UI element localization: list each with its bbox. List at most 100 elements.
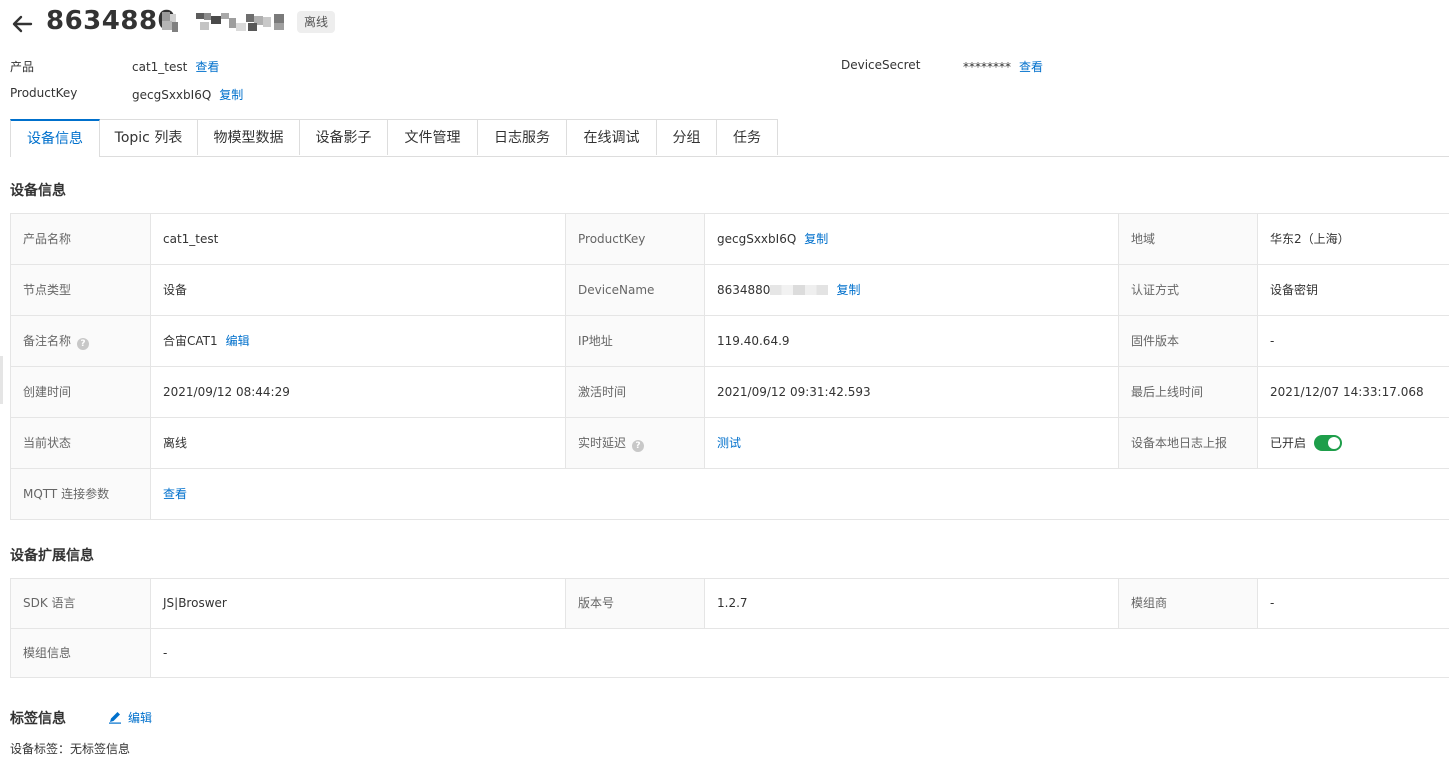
left-edge-handle (0, 356, 3, 404)
table-value: 华东2（上海） (1257, 214, 1449, 264)
table-row: 创建时间 2021/09/12 08:44:29 激活时间 2021/09/12… (11, 367, 1449, 418)
test-latency-link[interactable]: 测试 (717, 436, 741, 450)
table-value: 设备密钥 (1257, 265, 1449, 315)
table-value: cat1_test (150, 214, 565, 264)
tab-bar: 设备信息 Topic 列表 物模型数据 设备影子 文件管理 日志服务 在线调试 … (10, 119, 1449, 157)
table-label: 实时延迟 (578, 436, 627, 450)
devicename-cell: 8634880 复制 (704, 265, 1118, 315)
extended-info-table: SDK 语言 JS|Broswer 版本号 1.2.7 模组商 - 模组信息 - (10, 578, 1449, 678)
tags-title: 标签信息 (10, 711, 66, 727)
table-label: IP地址 (565, 316, 704, 366)
table-label: 最后上线时间 (1118, 367, 1257, 417)
view-mqtt-params-link[interactable]: 查看 (163, 487, 187, 501)
meta-productkey-label: ProductKey (10, 86, 78, 100)
table-label: 创建时间 (11, 367, 150, 417)
tab-online-debug[interactable]: 在线调试 (567, 119, 657, 155)
table-label: 认证方式 (1118, 265, 1257, 315)
table-label: ProductKey (565, 214, 704, 264)
log-report-status: 已开启 (1270, 436, 1307, 450)
meta-product-label: 产品 (10, 60, 35, 74)
table-row: 备注名称? 合宙CAT1 编辑 IP地址 119.40.64.9 固件版本 - (11, 316, 1449, 367)
redacted-devicename (770, 285, 829, 295)
tab-thing-model-data[interactable]: 物模型数据 (198, 119, 300, 155)
copy-productkey-button[interactable]: 复制 (804, 232, 828, 246)
table-label: 地域 (1118, 214, 1257, 264)
log-report-cell: 已开启 (1257, 418, 1449, 468)
table-value: 119.40.64.9 (704, 316, 1118, 366)
table-value: 2021/09/12 08:44:29 (150, 367, 565, 417)
meta-devicesecret-label: DeviceSecret (841, 58, 921, 72)
table-label: DeviceName (565, 265, 704, 315)
view-product-link[interactable]: 查看 (195, 60, 219, 74)
latency-value-cell: 测试 (704, 418, 1118, 468)
help-icon[interactable]: ? (77, 338, 90, 350)
table-value: 离线 (150, 418, 565, 468)
tab-group[interactable]: 分组 (657, 119, 717, 155)
table-row: SDK 语言 JS|Broswer 版本号 1.2.7 模组商 - (11, 579, 1449, 629)
toggle-knob (1328, 437, 1341, 449)
remark-value-cell: 合宙CAT1 编辑 (150, 316, 565, 366)
table-row: 模组信息 - (11, 629, 1449, 678)
remark-label-cell: 备注名称? (11, 316, 150, 366)
tab-file-management[interactable]: 文件管理 (388, 119, 478, 155)
latency-label-cell: 实时延迟? (565, 418, 704, 468)
help-icon[interactable]: ? (632, 440, 645, 452)
table-label: 模组信息 (11, 629, 150, 677)
back-arrow-icon[interactable] (10, 12, 34, 36)
device-tags-label: 设备标签： (10, 742, 71, 756)
table-value: 设备 (150, 265, 565, 315)
table-value: - (1257, 579, 1449, 628)
tab-log-service[interactable]: 日志服务 (478, 119, 567, 155)
table-value: 2021/09/12 09:31:42.593 (704, 367, 1118, 417)
redacted-name-mosaic (162, 12, 284, 32)
table-label: 版本号 (565, 579, 704, 628)
table-label: 节点类型 (11, 265, 150, 315)
tab-task[interactable]: 任务 (717, 119, 778, 155)
tab-device-info[interactable]: 设备信息 (10, 119, 100, 157)
table-row: 节点类型 设备 DeviceName 8634880 复制 认证方式 设备密钥 (11, 265, 1449, 316)
edit-remark-button[interactable]: 编辑 (226, 334, 250, 348)
copy-productkey-link[interactable]: 复制 (219, 88, 243, 102)
device-tags-line: 设备标签：无标签信息 (10, 740, 130, 757)
edit-tags-label: 编辑 (128, 711, 153, 725)
device-tags-value: 无标签信息 (70, 742, 131, 756)
meta-devicesecret: ******** 查看 (963, 58, 1043, 75)
tab-device-shadow[interactable]: 设备影子 (300, 119, 388, 155)
table-label: 模组商 (1118, 579, 1257, 628)
meta-product-value: cat1_test (132, 60, 188, 74)
table-value: gecgSxxbI6Q (717, 232, 797, 246)
table-value: - (150, 629, 1449, 677)
table-value: - (1257, 316, 1449, 366)
table-row: 产品名称 cat1_test ProductKey gecgSxxbI6Q 复制 … (11, 214, 1449, 265)
view-devicesecret-link[interactable]: 查看 (1019, 60, 1043, 74)
extended-info-title: 设备扩展信息 (10, 548, 94, 564)
table-value: 8634880 (717, 283, 771, 297)
table-label: 设备本地日志上报 (1118, 418, 1257, 468)
table-value: 合宙CAT1 (163, 334, 218, 348)
table-label: 激活时间 (565, 367, 704, 417)
table-value: 2021/12/07 14:33:17.068 (1257, 367, 1449, 417)
table-label: 备注名称 (23, 334, 72, 348)
device-title: 8634880 (46, 6, 177, 36)
table-label: 产品名称 (11, 214, 150, 264)
tab-topic-list[interactable]: Topic 列表 (100, 119, 198, 155)
mqtt-value-cell: 查看 (150, 469, 1449, 519)
meta-productkey-value: gecgSxxbI6Q (132, 88, 212, 102)
copy-devicename-button[interactable]: 复制 (836, 283, 860, 297)
table-label: 固件版本 (1118, 316, 1257, 366)
pencil-icon (109, 712, 121, 724)
log-report-toggle[interactable] (1314, 435, 1343, 451)
status-badge: 离线 (297, 11, 336, 33)
table-label: 当前状态 (11, 418, 150, 468)
device-info-title: 设备信息 (10, 183, 66, 199)
table-label: SDK 语言 (11, 579, 150, 628)
table-row: 当前状态 离线 实时延迟? 测试 设备本地日志上报 已开启 (11, 418, 1449, 469)
meta-devicesecret-value: ******** (963, 60, 1011, 74)
productkey-cell: gecgSxxbI6Q 复制 (704, 214, 1118, 264)
table-value: 1.2.7 (704, 579, 1118, 628)
table-row: MQTT 连接参数 查看 (11, 469, 1449, 520)
table-label: MQTT 连接参数 (11, 469, 150, 519)
meta-product: cat1_test 查看 (132, 58, 219, 75)
edit-tags-button[interactable]: 编辑 (108, 709, 152, 726)
device-info-table: 产品名称 cat1_test ProductKey gecgSxxbI6Q 复制 … (10, 213, 1449, 520)
